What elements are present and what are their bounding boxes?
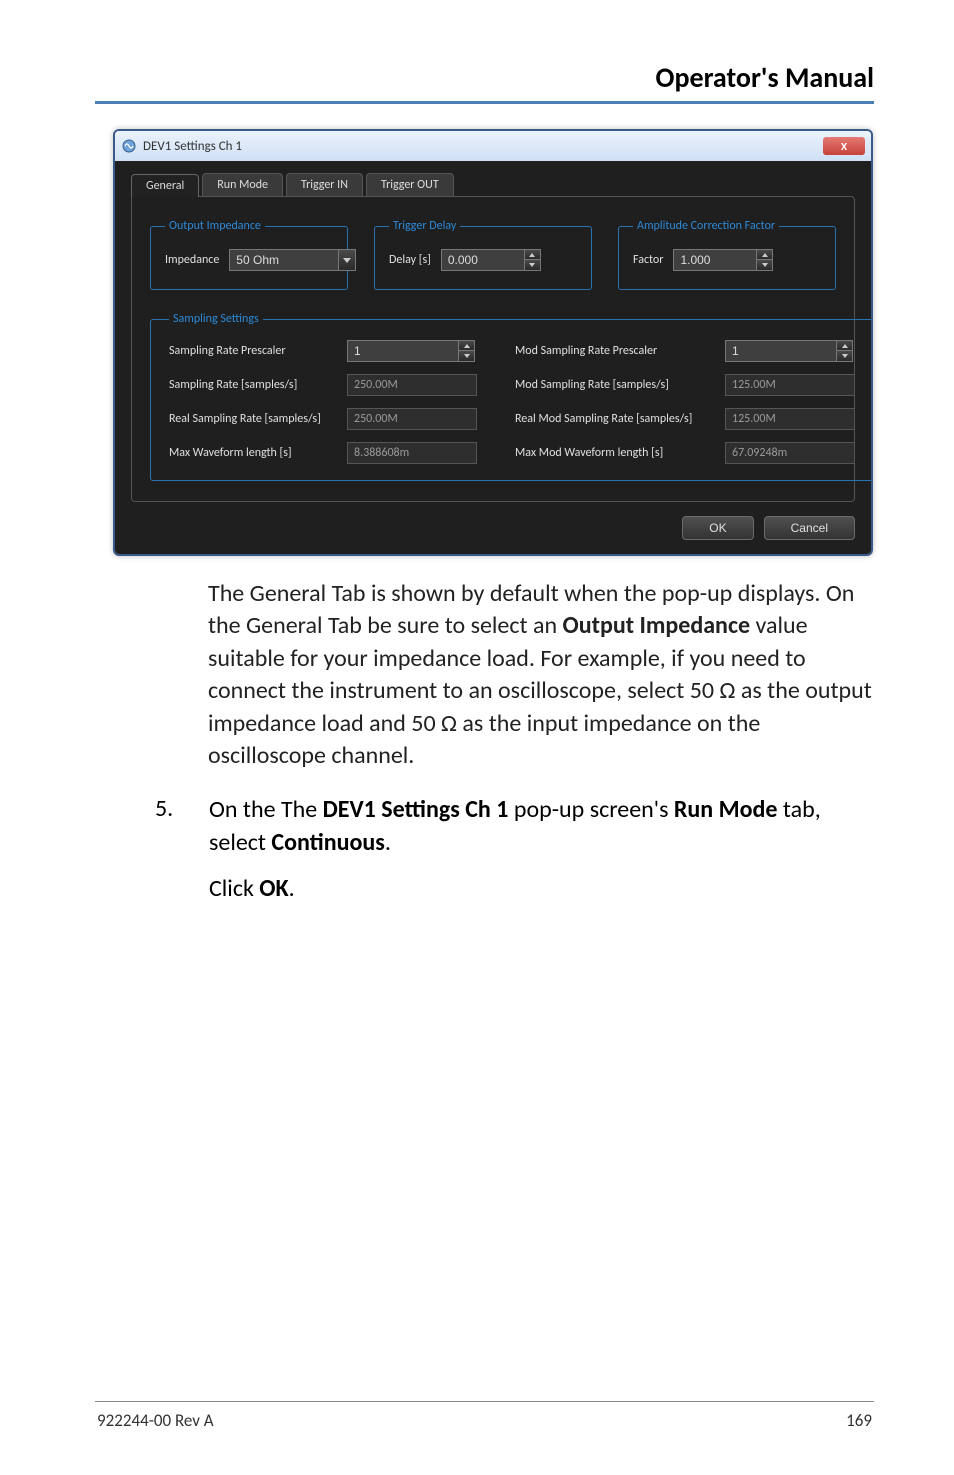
chevron-down-icon [842, 354, 848, 358]
dialog-title: DEV1 Settings Ch 1 [143, 139, 823, 154]
mod-sampling-rate-prescaler-spinner[interactable] [725, 340, 855, 362]
output-impedance-group: Output Impedance Impedance [150, 219, 348, 290]
max-waveform-length-value: 8.388608m [347, 442, 477, 464]
impedance-value[interactable] [229, 249, 339, 271]
delay-input[interactable] [441, 249, 525, 271]
sampling-rate-prescaler-label: Sampling Rate Prescaler [169, 344, 347, 358]
mod-prescaler-up-button[interactable] [837, 340, 853, 351]
settings-dialog: DEV1 Settings Ch 1 X General Run Mode Tr… [113, 129, 873, 556]
close-button[interactable]: X [823, 137, 865, 155]
footer-doc-number: 922244-00 Rev A [97, 1410, 214, 1431]
chevron-down-icon [529, 263, 535, 267]
factor-label: Factor [633, 253, 663, 267]
trigger-delay-legend: Trigger Delay [389, 219, 460, 233]
footer-rule [95, 1401, 874, 1402]
paragraph-general-tab: The General Tab is shown by default when… [208, 578, 874, 772]
titlebar: DEV1 Settings Ch 1 X [115, 131, 871, 161]
delay-spinner[interactable] [441, 249, 541, 271]
real-mod-sampling-rate-label: Real Mod Sampling Rate [samples/s] [515, 412, 725, 426]
ok-button[interactable]: OK [682, 516, 753, 540]
mod-sampling-rate-label: Mod Sampling Rate [samples/s] [515, 378, 725, 392]
sampling-rate-prescaler-input[interactable] [347, 340, 459, 362]
amplitude-correction-legend: Amplitude Correction Factor [633, 219, 779, 233]
footer-page-number: 169 [846, 1410, 872, 1431]
sampling-rate-prescaler-spinner[interactable] [347, 340, 477, 362]
chevron-up-icon [762, 253, 768, 257]
sampling-rate-label: Sampling Rate [samples/s] [169, 378, 347, 392]
delay-down-button[interactable] [525, 260, 541, 271]
step-5: 5. On the The DEV1 Settings Ch 1 pop-up … [155, 794, 874, 905]
step-5-click-ok: Click OK. [209, 873, 874, 905]
impedance-label: Impedance [165, 253, 219, 267]
page-footer: 922244-00 Rev A 169 [95, 1401, 874, 1435]
dialog-body: General Run Mode Trigger IN Trigger OUT … [115, 161, 871, 554]
tab-trigger-in[interactable]: Trigger IN [286, 173, 363, 196]
delay-up-button[interactable] [525, 249, 541, 260]
amplitude-correction-group: Amplitude Correction Factor Factor [618, 219, 836, 290]
tabs: General Run Mode Trigger IN Trigger OUT [131, 173, 855, 196]
sampling-settings-group: Sampling Settings Sampling Rate Prescale… [150, 312, 873, 481]
max-mod-waveform-length-label: Max Mod Waveform length [s] [515, 446, 725, 460]
trigger-delay-group: Trigger Delay Delay [s] [374, 219, 592, 290]
sampling-settings-legend: Sampling Settings [169, 312, 263, 326]
factor-up-button[interactable] [757, 249, 773, 260]
factor-down-button[interactable] [757, 260, 773, 271]
tab-trigger-out[interactable]: Trigger OUT [366, 173, 454, 196]
factor-spinner[interactable] [673, 249, 773, 271]
real-mod-sampling-rate-value: 125.00M [725, 408, 855, 430]
max-waveform-length-label: Max Waveform length [s] [169, 446, 347, 460]
impedance-select[interactable] [229, 249, 356, 271]
impedance-dropdown-button[interactable] [339, 249, 356, 271]
max-mod-waveform-length-value: 67.09248m [725, 442, 855, 464]
mod-sampling-rate-value: 125.00M [725, 374, 855, 396]
chevron-down-icon [762, 263, 768, 267]
delay-label: Delay [s] [389, 253, 431, 267]
tab-run-mode[interactable]: Run Mode [202, 173, 283, 196]
step-5-text: On the The DEV1 Settings Ch 1 pop-up scr… [209, 794, 874, 859]
mod-prescaler-down-button[interactable] [837, 351, 853, 362]
chevron-down-icon [343, 258, 351, 263]
header-rule [95, 101, 874, 104]
app-icon [121, 138, 137, 154]
dialog-button-row: OK Cancel [131, 516, 855, 540]
cancel-button[interactable]: Cancel [764, 516, 855, 540]
chevron-up-icon [529, 253, 535, 257]
tab-general[interactable]: General [131, 174, 199, 197]
real-sampling-rate-value: 250.00M [347, 408, 477, 430]
output-impedance-legend: Output Impedance [165, 219, 265, 233]
chevron-down-icon [464, 354, 470, 358]
step-5-number: 5. [155, 794, 209, 905]
prescaler-up-button[interactable] [459, 340, 475, 351]
mod-sampling-rate-prescaler-input[interactable] [725, 340, 837, 362]
close-icon: X [841, 140, 847, 153]
chevron-up-icon [842, 344, 848, 348]
factor-input[interactable] [673, 249, 757, 271]
page-header-title: Operator's Manual [95, 60, 874, 95]
chevron-up-icon [464, 344, 470, 348]
prescaler-down-button[interactable] [459, 351, 475, 362]
tab-content-general: Output Impedance Impedance Trigger Delay [131, 196, 855, 502]
real-sampling-rate-label: Real Sampling Rate [samples/s] [169, 412, 347, 426]
sampling-rate-value: 250.00M [347, 374, 477, 396]
mod-sampling-rate-prescaler-label: Mod Sampling Rate Prescaler [515, 344, 725, 358]
